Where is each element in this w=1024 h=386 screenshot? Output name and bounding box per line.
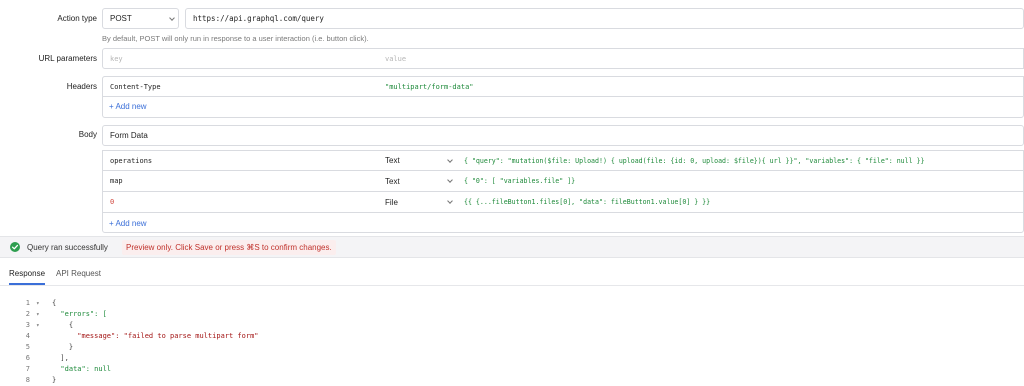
- code-line-text: ],: [52, 354, 69, 362]
- preview-badge: Preview only. Click Save or press ⌘S to …: [122, 240, 336, 255]
- tabs-divider: [0, 285, 1024, 286]
- form-key-file[interactable]: 0: [102, 192, 379, 213]
- code-line-text: }: [52, 343, 74, 351]
- code-line-text: "data": null: [52, 365, 112, 373]
- url-input[interactable]: https://api.graphql.com/query: [185, 8, 1024, 29]
- code-line-text: {: [52, 299, 57, 307]
- line-number: 2: [25, 310, 30, 318]
- header-key-input[interactable]: Content-Type: [102, 76, 379, 97]
- url-param-key-input[interactable]: key: [102, 48, 379, 69]
- line-number: 8: [25, 376, 30, 384]
- line-number: 1: [25, 299, 30, 307]
- check-circle-icon: [10, 242, 20, 252]
- code-line-text: "message": "failed to parse multipart fo…: [52, 332, 259, 340]
- method-select[interactable]: POST: [102, 8, 179, 29]
- line-number: 4: [25, 332, 30, 340]
- form-type-select-map[interactable]: Text: [378, 171, 458, 192]
- method-value: POST: [110, 14, 132, 23]
- fold-arrow-icon[interactable]: ▾: [36, 309, 40, 320]
- body-type-value: Form Data: [110, 131, 148, 140]
- line-number: 6: [25, 354, 30, 362]
- header-value-input[interactable]: "multipart/form-data": [378, 76, 1024, 97]
- code-line-text: }: [52, 376, 57, 384]
- code-line-text: "errors": [: [52, 310, 107, 318]
- form-key-operations[interactable]: operations: [102, 150, 379, 171]
- url-value: https://api.graphql.com/query: [193, 14, 324, 23]
- action-hint: By default, POST will only run in respon…: [102, 34, 369, 43]
- form-type-value: Text: [385, 156, 400, 165]
- status-bar: Query ran successfully Preview only. Cli…: [0, 236, 1024, 258]
- fold-arrow-icon[interactable]: ▾: [36, 320, 40, 331]
- form-type-value: Text: [385, 176, 400, 186]
- form-key-map[interactable]: map: [102, 171, 379, 192]
- form-type-value: File: [385, 197, 398, 207]
- url-param-value-input[interactable]: value: [378, 48, 1024, 69]
- body-label: Body: [78, 130, 97, 139]
- url-params-label: URL parameters: [38, 54, 97, 63]
- headers-label: Headers: [66, 82, 97, 91]
- tab-api-request[interactable]: API Request: [56, 269, 101, 278]
- line-number: 3: [25, 321, 30, 329]
- code-line-text: {: [52, 321, 74, 329]
- body-add-new-button[interactable]: + Add new: [109, 219, 147, 228]
- form-value-operations[interactable]: { "query": "mutation($file: Upload!) { u…: [457, 150, 1024, 171]
- chevron-down-icon: [169, 16, 175, 22]
- status-success-text: Query ran successfully: [27, 243, 108, 252]
- line-number: 5: [25, 343, 30, 351]
- chevron-down-icon: [447, 158, 453, 164]
- fold-arrow-icon[interactable]: ▾: [36, 298, 40, 309]
- action-type-label: Action type: [57, 14, 97, 23]
- chevron-down-icon: [447, 199, 453, 205]
- form-value-map[interactable]: { "0": [ "variables.file" ]}: [457, 171, 1024, 192]
- response-code-viewer[interactable]: 1 ▾ { 2 ▾ "errors": [ 3 ▾ { 4 "message": "fa…: [0, 298, 1024, 386]
- form-type-select-file[interactable]: File: [378, 192, 458, 213]
- headers-add-new-button[interactable]: + Add new: [109, 102, 147, 111]
- chevron-down-icon: [447, 178, 453, 184]
- tab-response[interactable]: Response: [9, 269, 45, 278]
- line-number: 7: [25, 365, 30, 373]
- body-type-select[interactable]: Form Data: [102, 125, 1024, 146]
- form-value-file[interactable]: {{ {...fileButton1.files[0], "data": fil…: [457, 192, 1024, 213]
- form-type-select-operations[interactable]: Text: [378, 150, 458, 171]
